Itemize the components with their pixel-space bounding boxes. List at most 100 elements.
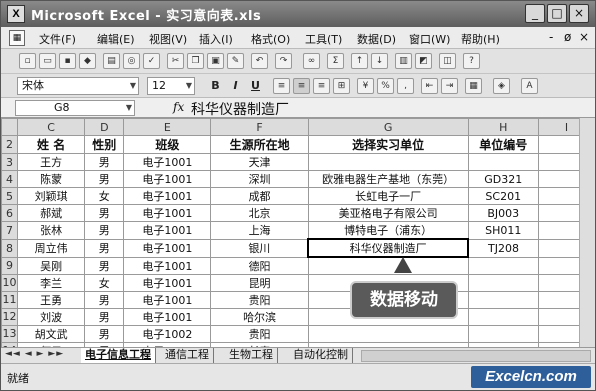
cell[interactable] xyxy=(307,153,469,171)
print-preview-icon[interactable]: ◎ xyxy=(123,53,140,69)
spelling-icon[interactable]: ✓ xyxy=(143,53,160,69)
underline-button[interactable]: U xyxy=(247,78,264,94)
cell[interactable] xyxy=(467,290,539,309)
italic-button[interactable]: I xyxy=(227,78,244,94)
cell[interactable]: 刘波 xyxy=(16,307,86,326)
menu-insert[interactable]: 插入(I) xyxy=(199,31,233,47)
cell[interactable]: 美亚格电子有限公司 xyxy=(307,204,469,222)
cell[interactable]: 男 xyxy=(84,324,125,343)
cell[interactable]: 刘颖琪 xyxy=(16,187,86,205)
cell[interactable]: 吴刚 xyxy=(16,256,86,275)
cell[interactable]: 电子1001 xyxy=(123,170,212,188)
merge-center-icon[interactable]: ⊞ xyxy=(333,78,350,94)
chevron-down-icon[interactable]: ▼ xyxy=(186,78,192,94)
excel-app-icon[interactable]: X xyxy=(7,5,25,23)
cell[interactable]: 单位编号 xyxy=(467,135,539,154)
cell[interactable]: 电子1001 xyxy=(123,153,212,171)
cell[interactable]: 电子1001 xyxy=(123,307,212,326)
increase-indent-icon[interactable]: ⇥ xyxy=(441,78,458,94)
cell[interactable]: BJ003 xyxy=(467,204,539,222)
cell[interactable]: 电子1001 xyxy=(123,290,212,309)
row-header[interactable]: 6 xyxy=(1,204,18,222)
new-icon[interactable]: ▫ xyxy=(19,53,36,69)
menu-data[interactable]: 数据(D) xyxy=(357,31,396,47)
cell[interactable]: 男 xyxy=(84,256,125,275)
cell[interactable]: 电子1001 xyxy=(123,221,212,240)
cell[interactable]: 德阳 xyxy=(210,256,309,275)
row-header[interactable]: 2 xyxy=(1,135,18,154)
column-header[interactable]: H xyxy=(467,118,539,136)
cell[interactable]: 银川 xyxy=(210,238,309,258)
horizontal-scrollbar[interactable] xyxy=(361,350,591,362)
doc-minimize-button[interactable]: - xyxy=(549,30,553,44)
row-header[interactable]: 8 xyxy=(1,238,18,258)
cell[interactable]: 胡文武 xyxy=(16,324,86,343)
font-color-icon[interactable]: A xyxy=(521,78,538,94)
cell[interactable]: 生源所在地 xyxy=(210,135,309,154)
cell[interactable]: 周立伟 xyxy=(16,238,86,258)
chart-wizard-icon[interactable]: ▥ xyxy=(395,53,412,69)
cell[interactable] xyxy=(467,324,539,343)
paste-icon[interactable]: ▣ xyxy=(207,53,224,69)
percent-icon[interactable]: % xyxy=(377,78,394,94)
sort-ascending-icon[interactable]: ↑ xyxy=(351,53,368,69)
doc-restore-button[interactable]: ø xyxy=(564,30,571,44)
font-size-select[interactable]: 12 ▼ xyxy=(147,77,195,95)
undo-icon[interactable]: ↶ xyxy=(251,53,268,69)
permission-icon[interactable]: ◆ xyxy=(79,53,96,69)
vertical-scrollbar[interactable] xyxy=(579,118,595,347)
cell[interactable]: 昆明 xyxy=(210,273,309,292)
row-header[interactable]: 9 xyxy=(1,256,18,275)
cell[interactable]: 张林 xyxy=(16,221,86,240)
align-center-icon[interactable]: ≡ xyxy=(293,78,310,94)
autosum-icon[interactable]: Σ xyxy=(327,53,344,69)
save-icon[interactable]: ▪ xyxy=(59,53,76,69)
cell[interactable]: 贵阳 xyxy=(210,324,309,343)
cell[interactable] xyxy=(467,256,539,275)
redo-icon[interactable]: ↷ xyxy=(275,53,292,69)
copy-icon[interactable]: ❐ xyxy=(187,53,204,69)
cell[interactable] xyxy=(307,256,469,275)
cell[interactable]: 女 xyxy=(84,187,125,205)
cell[interactable]: SC201 xyxy=(467,187,539,205)
hyperlink-icon[interactable]: ∞ xyxy=(303,53,320,69)
menu-edit[interactable]: 编辑(E) xyxy=(97,31,135,47)
menu-window[interactable]: 窗口(W) xyxy=(409,31,450,47)
cell[interactable]: 女 xyxy=(84,273,125,292)
cell[interactable]: 贵阳 xyxy=(210,290,309,309)
cell[interactable] xyxy=(307,324,469,343)
menu-file[interactable]: 文件(F) xyxy=(39,31,76,47)
cell[interactable]: 电子1001 xyxy=(123,238,212,258)
tab-communication[interactable]: 通信工程 xyxy=(161,348,214,363)
minimize-button[interactable]: _ xyxy=(525,4,545,23)
sort-descending-icon[interactable]: ↓ xyxy=(371,53,388,69)
cell[interactable] xyxy=(467,307,539,326)
help-icon[interactable]: ? xyxy=(463,53,480,69)
row-header[interactable]: 4 xyxy=(1,170,18,188)
row-header[interactable]: 13 xyxy=(1,324,18,343)
column-header[interactable]: F xyxy=(210,118,309,136)
borders-icon[interactable]: ▦ xyxy=(465,78,482,94)
row-header[interactable]: 7 xyxy=(1,221,18,240)
menu-tools[interactable]: 工具(T) xyxy=(305,31,342,47)
cell[interactable]: 男 xyxy=(84,307,125,326)
worksheet-grid[interactable]: CDEFGHI 2姓 名性别 班级 生源所在地 选择实习单位 单位编号 3 王方男电子100… xyxy=(1,118,595,363)
workbook-icon[interactable]: ▦ xyxy=(9,30,25,46)
align-right-icon[interactable]: ≡ xyxy=(313,78,330,94)
open-icon[interactable]: ▭ xyxy=(39,53,56,69)
cell[interactable]: 男 xyxy=(84,170,125,188)
cell[interactable]: 成都 xyxy=(210,187,309,205)
cell[interactable]: 男 xyxy=(84,238,125,258)
chevron-down-icon[interactable]: ▼ xyxy=(130,78,136,94)
column-header[interactable]: E xyxy=(123,118,212,136)
maximize-button[interactable]: □ xyxy=(547,4,567,23)
cell[interactable]: 选择实习单位 xyxy=(307,135,469,154)
cell[interactable]: 电子1001 xyxy=(123,256,212,275)
doc-close-button[interactable]: × xyxy=(579,30,589,44)
drawing-icon[interactable]: ◩ xyxy=(415,53,432,69)
cell[interactable]: 电子1001 xyxy=(123,204,212,222)
cell[interactable]: 性别 xyxy=(84,135,125,154)
bold-button[interactable]: B xyxy=(207,78,224,94)
cell[interactable]: 哈尔滨 xyxy=(210,307,309,326)
align-left-icon[interactable]: ≡ xyxy=(273,78,290,94)
